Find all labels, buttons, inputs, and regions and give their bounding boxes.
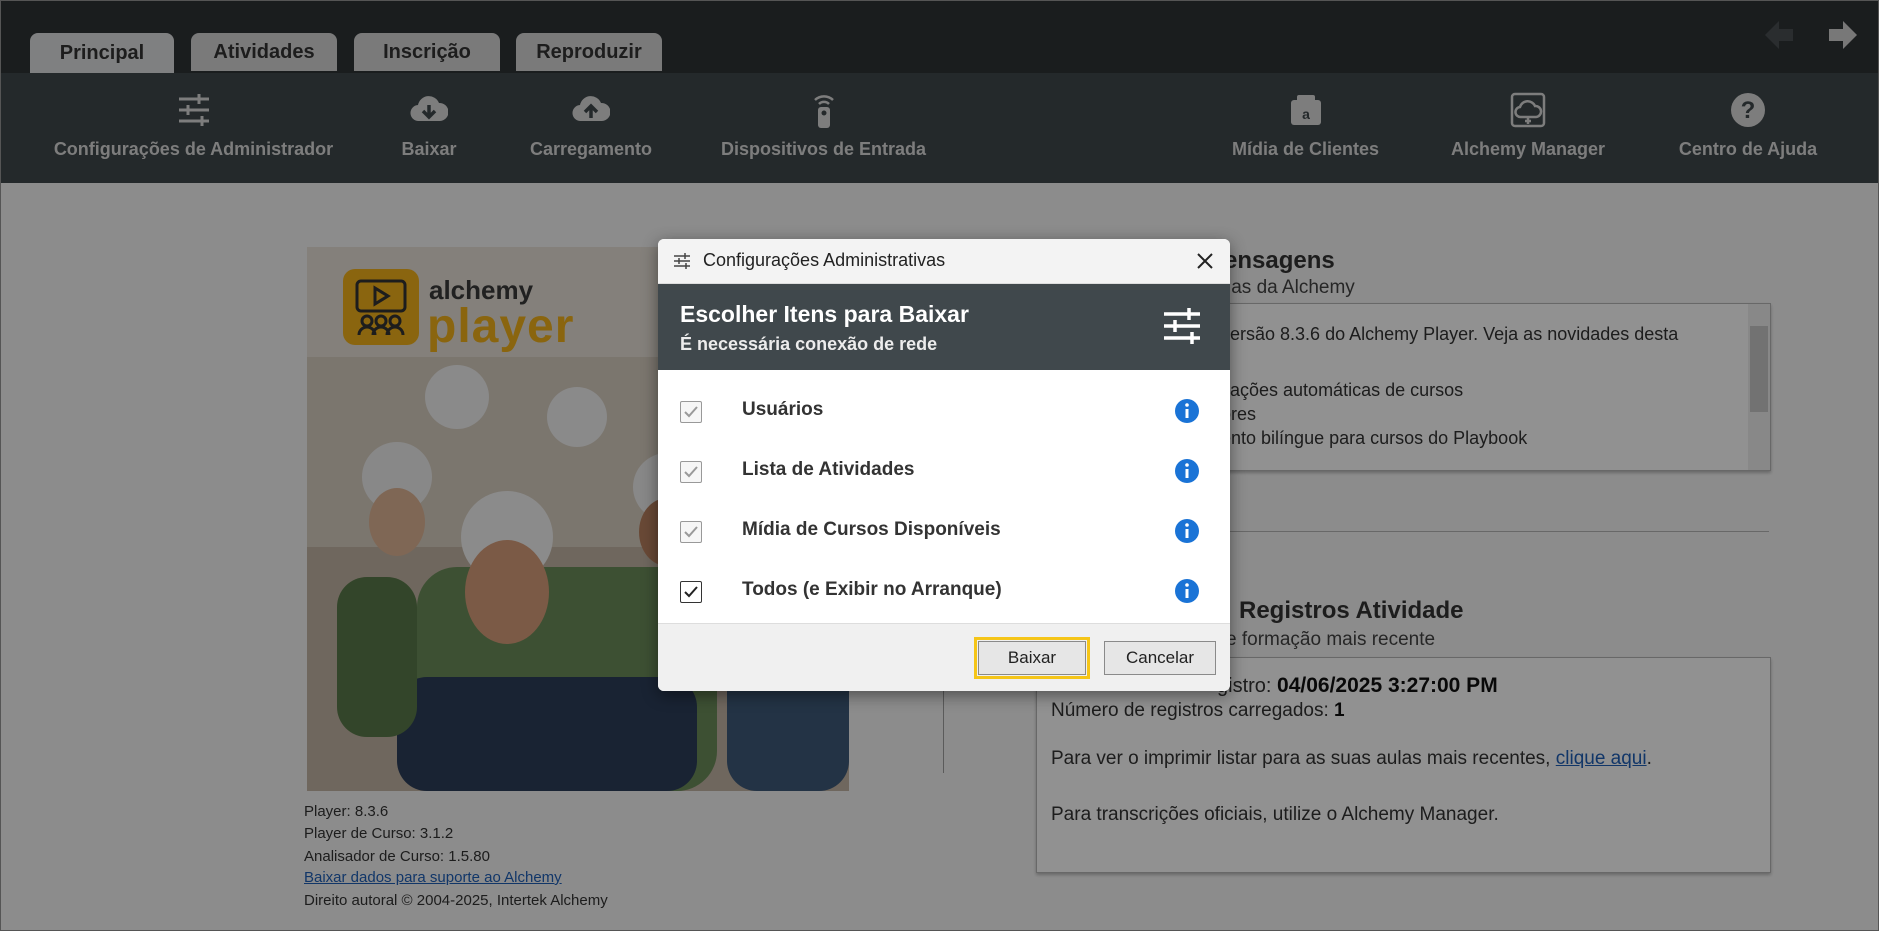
sliders-icon [1164,308,1200,344]
option-all[interactable]: Todos (e Exibir no Arranque) [658,567,1230,617]
dialog-subheading: É necessária conexão de rede [680,334,938,354]
dialog-footer: Baixar Cancelar [658,623,1230,691]
download-dialog-button[interactable]: Baixar [974,637,1090,679]
dialog-title: Configurações Administrativas [703,250,946,270]
course-media-label: Mídia de Cursos Disponíveis [742,519,1001,540]
sliders-icon [674,253,690,269]
users-checkbox[interactable] [680,401,702,423]
info-icon[interactable] [1174,578,1200,604]
cancel-button[interactable]: Cancelar [1104,641,1216,675]
users-label: Usuários [742,399,824,420]
activity-list-label: Lista de Atividades [742,459,915,480]
info-icon[interactable] [1174,398,1200,424]
option-course-media[interactable]: Mídia de Cursos Disponíveis [658,507,1230,557]
dialog-header: Escolher Itens para Baixar É necessária … [658,284,1230,370]
close-icon[interactable] [1194,250,1216,272]
app-window: Principal Atividades Inscrição Reproduzi… [0,0,1879,931]
option-users[interactable]: Usuários [658,387,1230,437]
dialog-titlebar: Configurações Administrativas [658,239,1230,284]
dialog-heading: Escolher Itens para Baixar [680,301,969,327]
option-activity-list[interactable]: Lista de Atividades [658,447,1230,497]
info-icon[interactable] [1174,518,1200,544]
admin-settings-dialog: Configurações Administrativas Escolher I… [658,239,1230,691]
info-icon[interactable] [1174,458,1200,484]
activity-list-checkbox[interactable] [680,461,702,483]
all-label: Todos (e Exibir no Arranque) [742,579,1002,600]
course-media-checkbox[interactable] [680,521,702,543]
all-checkbox[interactable] [680,581,702,603]
